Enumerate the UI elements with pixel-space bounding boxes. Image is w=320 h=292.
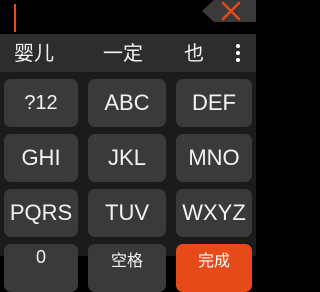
candidate-2[interactable]: 一定 xyxy=(103,40,143,66)
more-vertical-icon[interactable] xyxy=(232,44,244,66)
key-tuv[interactable]: TUV xyxy=(88,189,166,237)
text-cursor xyxy=(14,4,16,32)
key-label: DEF xyxy=(192,90,236,115)
key-pqrs[interactable]: PQRS xyxy=(4,189,78,237)
candidate-bar: 婴儿 一定 也 xyxy=(0,34,256,72)
key-label: 0 xyxy=(35,247,46,267)
key-label: JKL xyxy=(108,145,146,170)
key-label: ABC xyxy=(104,90,150,115)
key-label: TUV xyxy=(105,200,149,225)
delete-key[interactable] xyxy=(202,0,256,22)
key-label: WXYZ xyxy=(182,200,246,225)
input-area[interactable] xyxy=(0,0,256,34)
key-ghi[interactable]: GHI xyxy=(4,134,78,182)
close-icon xyxy=(221,1,241,21)
key-abc[interactable]: ABC xyxy=(88,79,166,127)
t9-keyboard: ?12 ABC DEF GHI JKL MNO PQRS TUV WXYZ 0 … xyxy=(0,72,256,292)
key-symbols[interactable]: ?12 xyxy=(4,79,78,127)
key-label: PQRS xyxy=(9,200,73,225)
key-mno[interactable]: MNO xyxy=(176,134,252,182)
key-space[interactable]: 空格 xyxy=(88,244,166,292)
key-label: GHI xyxy=(21,145,61,170)
candidate-3[interactable]: 也 xyxy=(184,40,204,66)
key-zero[interactable]: 0 xyxy=(4,244,78,292)
key-label: ?12 xyxy=(24,91,58,114)
key-def[interactable]: DEF xyxy=(176,79,252,127)
key-done[interactable]: 完成 xyxy=(176,244,252,292)
key-label: 完成 xyxy=(197,251,230,270)
key-label: MNO xyxy=(188,145,240,170)
key-wxyz[interactable]: WXYZ xyxy=(176,189,252,237)
key-label: 空格 xyxy=(110,251,143,270)
key-jkl[interactable]: JKL xyxy=(88,134,166,182)
candidate-1[interactable]: 婴儿 xyxy=(14,40,54,66)
